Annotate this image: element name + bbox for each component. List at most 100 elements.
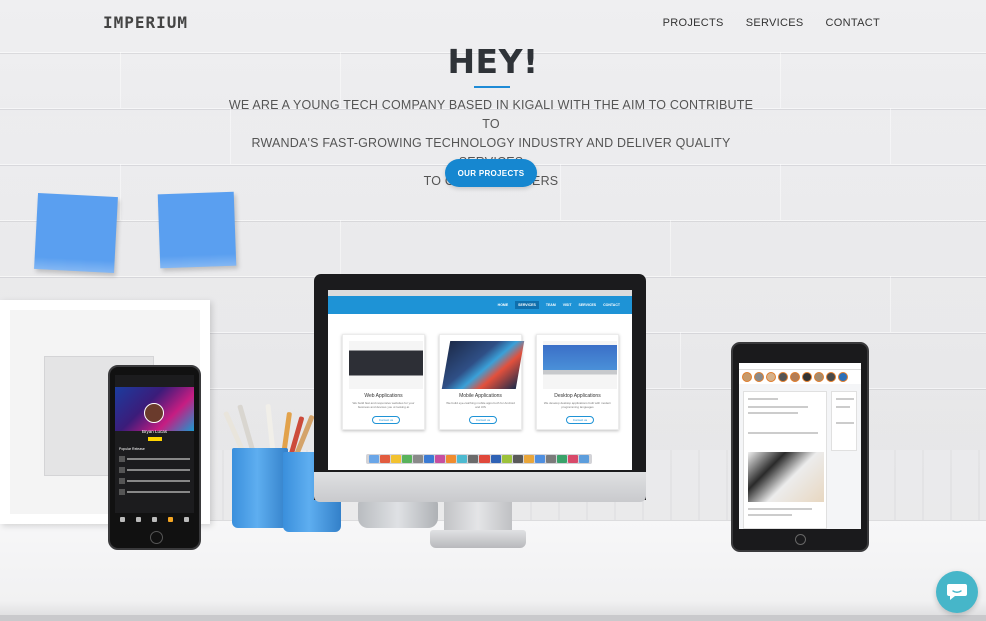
dock-app-icon [479, 455, 490, 463]
dock-app-icon [567, 455, 578, 463]
sticky-note [34, 192, 118, 274]
dock-app-icon [380, 455, 391, 463]
hero-line: WE ARE A YOUNG TECH COMPANY BASED IN KIG… [228, 98, 754, 131]
phone-tab-bar [115, 513, 194, 525]
site-nav-item: SERVICES [578, 303, 597, 307]
laptops-image [543, 341, 617, 389]
post-text [748, 514, 792, 516]
dock-app-icon [501, 455, 512, 463]
sticky-note [157, 191, 237, 269]
nav-contact[interactable]: CONTACT [826, 17, 880, 29]
nav-projects[interactable]: PROJECTS [663, 17, 724, 29]
chat-button[interactable] [936, 571, 978, 613]
card-title: Web Applications [364, 393, 403, 399]
monitor-foot [430, 530, 526, 548]
feed-post [743, 391, 827, 529]
track-title [127, 480, 190, 482]
story-avatar [766, 372, 776, 382]
story-avatar [754, 372, 764, 382]
story-avatar [778, 372, 788, 382]
our-projects-button[interactable]: OUR PROJECTS [445, 159, 537, 187]
card-description: We build fast and responsive websites fo… [352, 401, 415, 409]
dock-app-icon [413, 455, 424, 463]
card-title: Mobile Applications [459, 393, 502, 399]
story-avatar [790, 372, 800, 382]
track-row [119, 488, 190, 496]
dock-app-icon [391, 455, 402, 463]
phone-home-button [150, 531, 163, 544]
library-icon [151, 516, 157, 522]
dock-app-icon [446, 455, 457, 463]
track-title [127, 491, 190, 493]
hero-title: HEY! [447, 42, 539, 81]
nav-services[interactable]: SERVICES [746, 17, 804, 29]
service-card-mobile: Mobile Applications We build eye-catchin… [439, 334, 525, 430]
music-icon [167, 516, 173, 522]
track-thumb [119, 478, 125, 484]
section-title: Popular Release [119, 447, 145, 451]
post-author [748, 398, 778, 400]
search-icon [136, 516, 142, 522]
dock-app-icon [369, 455, 380, 463]
dock-app-icon [424, 455, 435, 463]
post-text [748, 508, 812, 510]
service-cards: Web Applications We build fast and respo… [328, 314, 632, 430]
home-icon [120, 516, 126, 522]
brick-joint [890, 276, 891, 332]
monitor-screen: HOME SERVICES TEAM VISIT SERVICES CONTAC… [328, 290, 632, 470]
track-row [119, 455, 190, 463]
site-nav-item: SERVICES [515, 301, 539, 309]
sidebar-text [836, 406, 850, 408]
stories-row [739, 370, 861, 384]
track-row [119, 477, 190, 485]
profile-icon [183, 516, 189, 522]
track-row [119, 466, 190, 474]
card-description: We develop desktop applications built wi… [543, 401, 612, 409]
post-text [748, 406, 808, 408]
brick-joint [890, 108, 891, 164]
monitor-chin [314, 472, 646, 502]
title-underline [474, 86, 510, 88]
desk-edge [0, 615, 986, 621]
sidebar-text [836, 422, 854, 424]
site-nav-item: TEAM [545, 303, 556, 307]
track-thumb [119, 456, 125, 462]
site-nav-bar: HOME SERVICES TEAM VISIT SERVICES CONTAC… [328, 296, 632, 314]
brick-joint [680, 332, 681, 388]
monitor-stand [444, 502, 512, 532]
story-avatar [814, 372, 824, 382]
dock-app-icon [468, 455, 479, 463]
dock-app-icon [457, 455, 468, 463]
dock-app-icon [523, 455, 534, 463]
app-top-bar [739, 363, 861, 370]
dock-app-icon [512, 455, 523, 463]
smartphone: Bryan Lucas Popular Release [108, 365, 201, 550]
brick-joint [340, 220, 341, 276]
avatar [144, 403, 164, 423]
track-thumb [119, 489, 125, 495]
story-avatar [826, 372, 836, 382]
service-card-web: Web Applications We build fast and respo… [342, 334, 425, 430]
card-contact-button: Contact us [372, 416, 400, 424]
tablet-screen [739, 363, 861, 529]
story-avatar [742, 372, 752, 382]
service-card-desktop: Desktop Applications We develop desktop … [536, 334, 619, 430]
story-avatar [802, 372, 812, 382]
profile-name: Bryan Lucas [141, 429, 167, 434]
sidebar-panel [831, 391, 857, 451]
tablet-apps-image [441, 341, 525, 389]
post-image [748, 452, 824, 502]
dock-app-icon [402, 455, 413, 463]
os-dock [366, 454, 592, 464]
sidebar-text [836, 398, 854, 400]
phone-screen: Bryan Lucas Popular Release [115, 375, 194, 525]
brand-logo[interactable]: IMPERIUM [103, 13, 188, 32]
brick-line [0, 220, 986, 221]
post-actions [748, 432, 818, 434]
site-nav-item: HOME [497, 303, 509, 307]
devices-image [349, 341, 423, 389]
story-avatar [838, 372, 848, 382]
card-title: Desktop Applications [554, 393, 601, 399]
dock-app-icon [534, 455, 545, 463]
track-title [127, 469, 190, 471]
